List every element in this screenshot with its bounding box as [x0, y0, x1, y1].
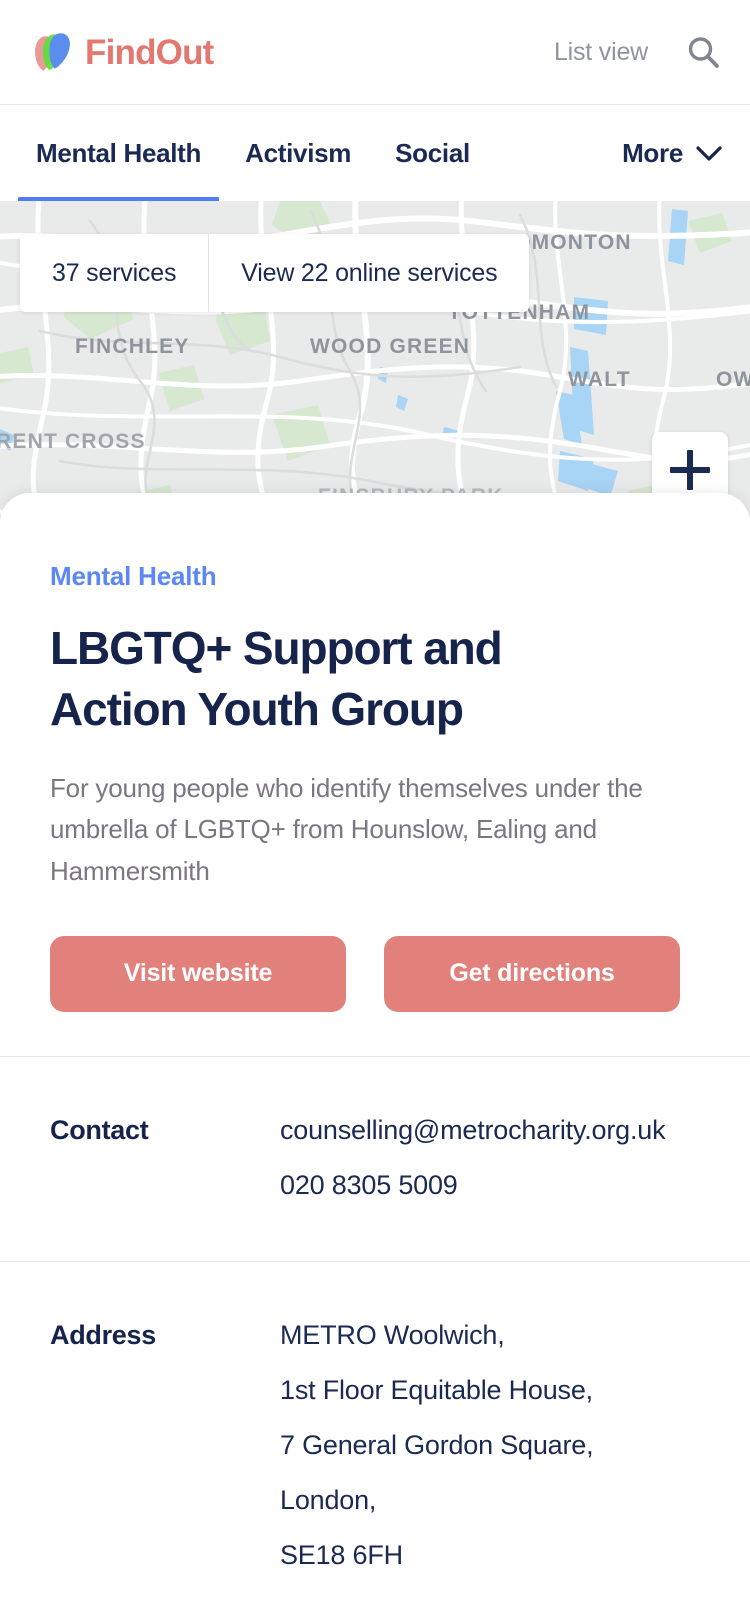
contact-label: Contact: [50, 1114, 149, 1145]
search-icon[interactable]: [686, 35, 720, 69]
tab-label: Social: [395, 137, 470, 168]
app-header: FindOut List view: [0, 0, 750, 105]
address-section: Address METRO Woolwich, 1st Floor Equita…: [0, 1262, 750, 1611]
category-tabs: Mental Health Activism Social More: [0, 105, 750, 205]
tab-label: Activism: [245, 137, 352, 168]
map-view[interactable]: EDMONTON TOTTENHAM FINCHLEY WOOD GREEN W…: [0, 201, 750, 531]
tab-label: Mental Health: [36, 137, 202, 168]
address-line: METRO Woolwich,: [280, 1319, 505, 1350]
address-line: 1st Floor Equitable House,: [280, 1374, 593, 1405]
service-description: For young people who identify themselves…: [50, 773, 643, 886]
brand-name: FindOut: [85, 32, 214, 72]
visit-website-button[interactable]: Visit website: [50, 935, 346, 1012]
tab-activism[interactable]: Activism: [245, 105, 351, 201]
svg-text:FINCHLEY: FINCHLEY: [75, 335, 190, 358]
app-root: FindOut List view Mental Health Activism…: [0, 0, 750, 1624]
plus-icon: [670, 450, 710, 490]
contact-section: Contact counselling@metrocharity.org.uk …: [0, 1057, 750, 1261]
online-services-chip[interactable]: View 22 online services: [208, 234, 530, 312]
service-detail-card: Mental Health LBGTQ+ Support and Action …: [0, 493, 750, 1624]
service-summary: Mental Health LBGTQ+ Support and Action …: [0, 493, 750, 1056]
service-count-chip[interactable]: 37 services: [20, 234, 209, 312]
tab-more-label: More: [622, 137, 683, 168]
tab-more[interactable]: More: [622, 105, 722, 201]
brand-logo[interactable]: FindOut: [28, 29, 214, 75]
service-actions: Visit website Get directions: [50, 935, 700, 1056]
service-title: LBGTQ+ Support and Action Youth Group: [50, 622, 503, 736]
contact-values: counselling@metrocharity.org.uk 020 8305…: [280, 1115, 666, 1201]
get-directions-button[interactable]: Get directions: [384, 935, 680, 1012]
chevron-down-icon: [696, 145, 722, 161]
address-label: Address: [50, 1319, 156, 1350]
map-service-chips: 37 services View 22 online services: [20, 234, 530, 312]
address-values: METRO Woolwich, 1st Floor Equitable Hous…: [280, 1319, 594, 1571]
findout-pin-logo-icon: [28, 29, 74, 75]
svg-text:OW: OW: [716, 368, 750, 391]
tab-social[interactable]: Social: [395, 105, 470, 201]
service-category: Mental Health: [50, 561, 217, 591]
list-view-button[interactable]: List view: [554, 38, 648, 67]
contact-email[interactable]: counselling@metrocharity.org.uk: [280, 1115, 666, 1146]
address-line: London,: [280, 1484, 377, 1515]
address-line: 7 General Gordon Square,: [280, 1429, 594, 1460]
svg-text:RENT CROSS: RENT CROSS: [0, 430, 146, 453]
svg-text:WALT: WALT: [568, 368, 631, 391]
tab-mental-health[interactable]: Mental Health: [17, 105, 220, 205]
address-line: SE18 6FH: [280, 1539, 403, 1570]
contact-phone[interactable]: 020 8305 5009: [280, 1170, 665, 1201]
header-actions: List view: [554, 35, 720, 69]
svg-text:WOOD GREEN: WOOD GREEN: [310, 335, 470, 358]
